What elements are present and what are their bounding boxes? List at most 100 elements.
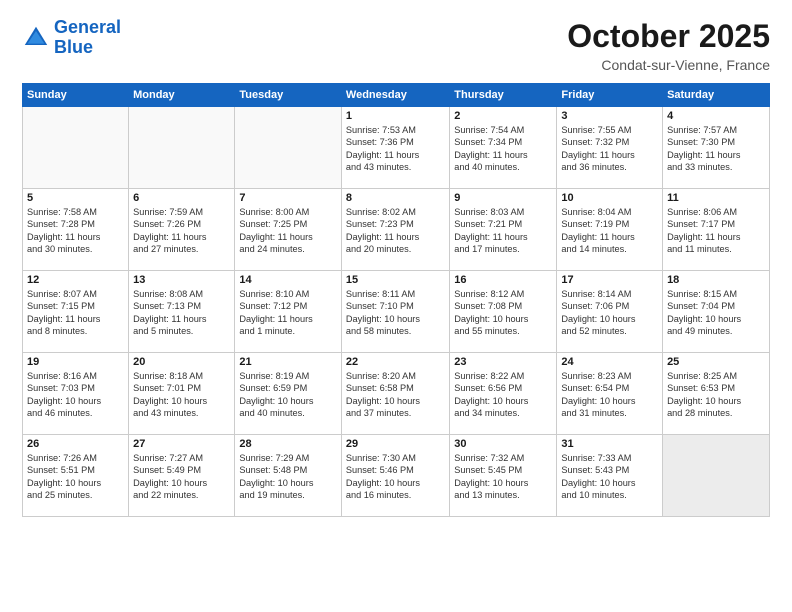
day-info: Sunrise: 7:32 AM Sunset: 5:45 PM Dayligh… — [454, 452, 552, 502]
day-info: Sunrise: 7:29 AM Sunset: 5:48 PM Dayligh… — [239, 452, 337, 502]
calendar-cell: 30 Sunrise: 7:32 AM Sunset: 5:45 PM Dayli… — [450, 435, 557, 517]
calendar-cell — [129, 107, 235, 189]
calendar-cell: 29 Sunrise: 7:30 AM Sunset: 5:46 PM Dayli… — [341, 435, 449, 517]
weekday-sunday: Sunday — [23, 84, 129, 107]
calendar-cell: 26 Sunrise: 7:26 AM Sunset: 5:51 PM Dayli… — [23, 435, 129, 517]
weekday-friday: Friday — [557, 84, 663, 107]
logo: General Blue — [22, 18, 121, 58]
day-info: Sunrise: 8:18 AM Sunset: 7:01 PM Dayligh… — [133, 370, 230, 420]
calendar: SundayMondayTuesdayWednesdayThursdayFrid… — [22, 83, 770, 517]
weekday-monday: Monday — [129, 84, 235, 107]
day-number: 29 — [346, 438, 445, 450]
day-info: Sunrise: 8:22 AM Sunset: 6:56 PM Dayligh… — [454, 370, 552, 420]
month-title: October 2025 — [567, 18, 770, 55]
day-info: Sunrise: 8:12 AM Sunset: 7:08 PM Dayligh… — [454, 288, 552, 338]
day-info: Sunrise: 8:14 AM Sunset: 7:06 PM Dayligh… — [561, 288, 658, 338]
day-number: 22 — [346, 356, 445, 368]
week-row-1: 1 Sunrise: 7:53 AM Sunset: 7:36 PM Daylig… — [23, 107, 770, 189]
calendar-cell: 17 Sunrise: 8:14 AM Sunset: 7:06 PM Dayli… — [557, 271, 663, 353]
day-info: Sunrise: 7:54 AM Sunset: 7:34 PM Dayligh… — [454, 124, 552, 174]
calendar-cell: 23 Sunrise: 8:22 AM Sunset: 6:56 PM Dayli… — [450, 353, 557, 435]
day-info: Sunrise: 8:25 AM Sunset: 6:53 PM Dayligh… — [667, 370, 765, 420]
day-info: Sunrise: 8:07 AM Sunset: 7:15 PM Dayligh… — [27, 288, 124, 338]
day-info: Sunrise: 8:04 AM Sunset: 7:19 PM Dayligh… — [561, 206, 658, 256]
week-row-4: 19Sunrise: 8:16 AM Sunset: 7:03 PM Dayli… — [23, 353, 770, 435]
day-number: 18 — [667, 274, 765, 286]
day-number: 26 — [27, 438, 124, 450]
day-info: Sunrise: 8:23 AM Sunset: 6:54 PM Dayligh… — [561, 370, 658, 420]
calendar-cell: 20 Sunrise: 8:18 AM Sunset: 7:01 PM Dayli… — [129, 353, 235, 435]
weekday-header-row: SundayMondayTuesdayWednesdayThursdayFrid… — [23, 84, 770, 107]
calendar-cell: 5 Sunrise: 7:58 AM Sunset: 7:28 PM Daylig… — [23, 189, 129, 271]
day-number: 14 — [239, 274, 337, 286]
calendar-cell: 22 Sunrise: 8:20 AM Sunset: 6:58 PM Dayli… — [341, 353, 449, 435]
day-info: Sunrise: 7:30 AM Sunset: 5:46 PM Dayligh… — [346, 452, 445, 502]
calendar-cell: 21 Sunrise: 8:19 AM Sunset: 6:59 PM Dayli… — [235, 353, 342, 435]
calendar-cell: 7 Sunrise: 8:00 AM Sunset: 7:25 PM Daylig… — [235, 189, 342, 271]
day-number: 6 — [133, 192, 230, 204]
day-number: 11 — [667, 192, 765, 204]
calendar-cell: 8 Sunrise: 8:02 AM Sunset: 7:23 PM Daylig… — [341, 189, 449, 271]
day-info: Sunrise: 8:02 AM Sunset: 7:23 PM Dayligh… — [346, 206, 445, 256]
day-number: 10 — [561, 192, 658, 204]
page: General Blue October 2025 Condat-sur-Vie… — [0, 0, 792, 612]
day-number: 16 — [454, 274, 552, 286]
calendar-cell: 6 Sunrise: 7:59 AM Sunset: 7:26 PM Daylig… — [129, 189, 235, 271]
day-info: Sunrise: 7:59 AM Sunset: 7:26 PM Dayligh… — [133, 206, 230, 256]
calendar-cell: 27Sunrise: 7:27 AM Sunset: 5:49 PM Dayli… — [129, 435, 235, 517]
day-info: Sunrise: 8:16 AM Sunset: 7:03 PM Dayligh… — [27, 370, 124, 420]
day-info: Sunrise: 8:06 AM Sunset: 7:17 PM Dayligh… — [667, 206, 765, 256]
weekday-tuesday: Tuesday — [235, 84, 342, 107]
week-row-5: 26 Sunrise: 7:26 AM Sunset: 5:51 PM Dayli… — [23, 435, 770, 517]
day-number: 21 — [239, 356, 337, 368]
title-section: October 2025 Condat-sur-Vienne, France — [567, 18, 770, 73]
day-info: Sunrise: 8:10 AM Sunset: 7:12 PM Dayligh… — [239, 288, 337, 338]
day-info: Sunrise: 8:00 AM Sunset: 7:25 PM Dayligh… — [239, 206, 337, 256]
calendar-cell: 12Sunrise: 8:07 AM Sunset: 7:15 PM Dayli… — [23, 271, 129, 353]
day-info: Sunrise: 7:58 AM Sunset: 7:28 PM Dayligh… — [27, 206, 124, 256]
logo-line1: General — [54, 17, 121, 37]
day-info: Sunrise: 8:08 AM Sunset: 7:13 PM Dayligh… — [133, 288, 230, 338]
header: General Blue October 2025 Condat-sur-Vie… — [22, 18, 770, 73]
day-info: Sunrise: 7:27 AM Sunset: 5:49 PM Dayligh… — [133, 452, 230, 502]
weekday-saturday: Saturday — [663, 84, 770, 107]
day-number: 8 — [346, 192, 445, 204]
week-row-3: 12Sunrise: 8:07 AM Sunset: 7:15 PM Dayli… — [23, 271, 770, 353]
day-number: 7 — [239, 192, 337, 204]
calendar-cell: 31Sunrise: 7:33 AM Sunset: 5:43 PM Dayli… — [557, 435, 663, 517]
calendar-cell: 2Sunrise: 7:54 AM Sunset: 7:34 PM Daylig… — [450, 107, 557, 189]
calendar-cell: 19Sunrise: 8:16 AM Sunset: 7:03 PM Dayli… — [23, 353, 129, 435]
day-number: 15 — [346, 274, 445, 286]
calendar-cell: 9Sunrise: 8:03 AM Sunset: 7:21 PM Daylig… — [450, 189, 557, 271]
day-number: 9 — [454, 192, 552, 204]
day-number: 20 — [133, 356, 230, 368]
calendar-cell: 3Sunrise: 7:55 AM Sunset: 7:32 PM Daylig… — [557, 107, 663, 189]
day-info: Sunrise: 7:26 AM Sunset: 5:51 PM Dayligh… — [27, 452, 124, 502]
day-number: 1 — [346, 110, 445, 122]
day-info: Sunrise: 7:53 AM Sunset: 7:36 PM Dayligh… — [346, 124, 445, 174]
day-number: 28 — [239, 438, 337, 450]
day-number: 17 — [561, 274, 658, 286]
calendar-cell: 1 Sunrise: 7:53 AM Sunset: 7:36 PM Daylig… — [341, 107, 449, 189]
calendar-cell — [23, 107, 129, 189]
logo-line2: Blue — [54, 37, 93, 57]
day-info: Sunrise: 8:20 AM Sunset: 6:58 PM Dayligh… — [346, 370, 445, 420]
logo-text: General Blue — [54, 18, 121, 58]
calendar-cell: 28 Sunrise: 7:29 AM Sunset: 5:48 PM Dayli… — [235, 435, 342, 517]
day-info: Sunrise: 8:19 AM Sunset: 6:59 PM Dayligh… — [239, 370, 337, 420]
day-info: Sunrise: 7:57 AM Sunset: 7:30 PM Dayligh… — [667, 124, 765, 174]
calendar-cell: 24 Sunrise: 8:23 AM Sunset: 6:54 PM Dayli… — [557, 353, 663, 435]
location-subtitle: Condat-sur-Vienne, France — [567, 57, 770, 73]
day-number: 25 — [667, 356, 765, 368]
day-number: 5 — [27, 192, 124, 204]
day-number: 23 — [454, 356, 552, 368]
weekday-wednesday: Wednesday — [341, 84, 449, 107]
day-number: 4 — [667, 110, 765, 122]
logo-icon — [22, 24, 50, 52]
calendar-cell — [235, 107, 342, 189]
calendar-cell: 18Sunrise: 8:15 AM Sunset: 7:04 PM Dayli… — [663, 271, 770, 353]
day-number: 30 — [454, 438, 552, 450]
day-number: 24 — [561, 356, 658, 368]
weekday-thursday: Thursday — [450, 84, 557, 107]
day-number: 13 — [133, 274, 230, 286]
